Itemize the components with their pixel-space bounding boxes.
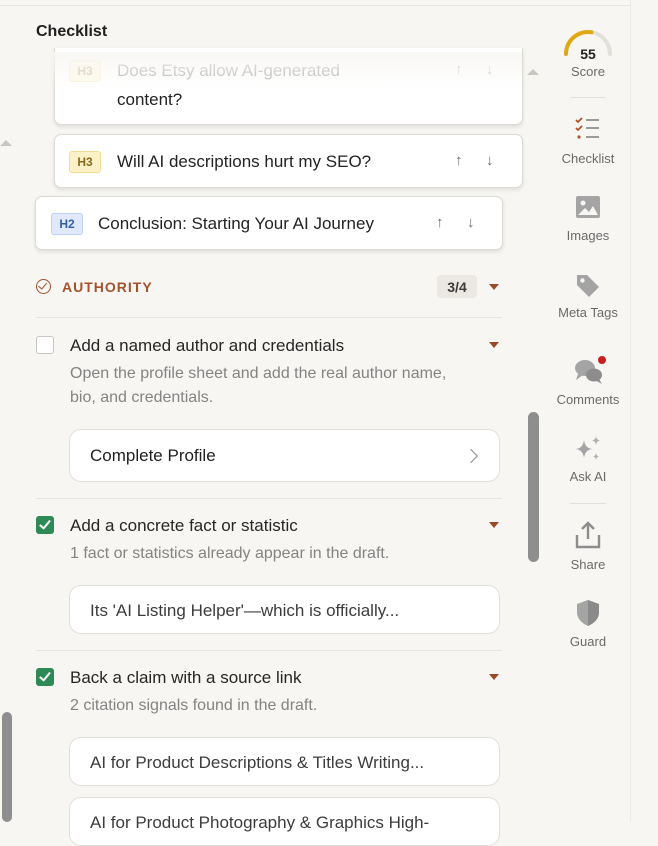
score-label: Score: [571, 64, 605, 79]
share-icon: [575, 521, 601, 549]
checklist-item-description: 2 citation signals found in the draft.: [70, 697, 318, 714]
top-divider: [0, 5, 630, 6]
evidence-text: Its 'AI Listing Helper'—which is officia…: [90, 601, 400, 620]
outline-item-h3-etsy[interactable]: H3 Does Etsy allow AI-generated content?…: [54, 48, 523, 125]
checklist-item-title: Back a claim with a source link: [70, 668, 302, 687]
move-up-icon[interactable]: ↑: [436, 215, 444, 230]
panel-edge: [630, 0, 631, 822]
rail-separator: [570, 503, 606, 504]
rail-label: Share: [570, 557, 606, 572]
comments-icon: [575, 356, 606, 384]
checklist-item-title: Add a named author and credentials: [70, 336, 345, 355]
divider: [36, 650, 502, 651]
outline-item-text-line2: content?: [117, 90, 183, 109]
evidence-text: AI for Product Photography & Graphics Hi…: [90, 813, 430, 832]
evidence-snippet[interactable]: AI for Product Descriptions & Titles Wri…: [69, 737, 500, 786]
item-expand-caret-icon[interactable]: [489, 674, 499, 680]
rail-guard[interactable]: Guard: [553, 598, 623, 650]
outline-item-h2-conclusion[interactable]: H2 Conclusion: Starting Your AI Journey …: [35, 196, 503, 250]
rail-label: Meta Tags: [558, 305, 618, 320]
divider: [36, 317, 502, 318]
rail-meta-tags[interactable]: Meta Tags: [553, 272, 623, 324]
panel-title: Checklist: [36, 23, 108, 40]
authority-check-icon: [36, 279, 51, 294]
section-title-authority: AUTHORITY: [62, 279, 153, 295]
outline-item-h3-seo[interactable]: H3 Will AI descriptions hurt my SEO? ↑ ↓: [54, 134, 523, 188]
checklist-item-title: Add a concrete fact or statistic: [70, 516, 298, 535]
move-down-icon[interactable]: ↓: [486, 153, 494, 168]
rail-ask-ai[interactable]: Ask AI: [553, 434, 623, 486]
rail-images[interactable]: Images: [553, 194, 623, 246]
complete-profile-label: Complete Profile: [90, 446, 216, 465]
chevron-right-icon: [463, 448, 479, 464]
evidence-text: AI for Product Descriptions & Titles Wri…: [90, 753, 425, 772]
section-progress-badge: 3/4: [437, 275, 477, 298]
checkbox-author[interactable]: [36, 336, 54, 354]
collapse-caret-icon[interactable]: [527, 69, 539, 75]
checkbox-source-link[interactable]: [36, 668, 54, 686]
rail-separator: [570, 97, 606, 98]
section-toggle-caret-icon[interactable]: [489, 284, 499, 290]
tag-icon: [577, 275, 599, 297]
rail-share[interactable]: Share: [553, 520, 623, 572]
scrollbar-thumb[interactable]: [528, 412, 539, 562]
divider: [36, 498, 502, 499]
rail-checklist[interactable]: Checklist: [553, 116, 623, 168]
checklist-icon: [575, 117, 599, 139]
sparkle-icon: [576, 436, 600, 460]
collapse-caret-icon[interactable]: [0, 140, 12, 146]
item-expand-caret-icon[interactable]: [489, 522, 499, 528]
heading-level-badge: H3: [69, 60, 101, 82]
heading-level-badge: H2: [51, 213, 83, 235]
checklist-item-description: 1 fact or statistics already appear in t…: [70, 545, 390, 562]
outline-item-text: Conclusion: Starting Your AI Journey: [98, 214, 374, 233]
rail-label: Ask AI: [569, 469, 607, 484]
outline-item-text: Does Etsy allow AI-generated: [117, 61, 341, 80]
outline-item-text: Will AI descriptions hurt my SEO?: [117, 152, 372, 171]
checkbox-fact[interactable]: [36, 516, 54, 534]
rail-label: Checklist: [561, 151, 615, 166]
item-expand-caret-icon[interactable]: [489, 342, 499, 348]
outer-scrollbar-thumb[interactable]: [2, 712, 12, 822]
move-up-icon[interactable]: ↑: [455, 153, 463, 168]
rail-score[interactable]: 55 Score: [553, 26, 623, 86]
rail-comments[interactable]: Comments: [553, 355, 623, 409]
evidence-snippet[interactable]: Its 'AI Listing Helper'—which is officia…: [69, 585, 500, 634]
complete-profile-button[interactable]: Complete Profile: [69, 429, 500, 482]
move-down-icon[interactable]: ↓: [486, 62, 494, 77]
shield-icon: [577, 600, 599, 626]
checklist-item-description: Open the profile sheet and add the real …: [70, 365, 447, 406]
rail-label: Images: [566, 228, 610, 243]
move-up-icon[interactable]: ↑: [455, 62, 463, 77]
rail-label: Comments: [556, 392, 620, 407]
score-value: 55: [580, 46, 596, 62]
rail-label: Guard: [569, 634, 607, 649]
move-down-icon[interactable]: ↓: [467, 215, 475, 230]
image-icon: [576, 196, 600, 218]
heading-level-badge: H3: [69, 151, 101, 173]
